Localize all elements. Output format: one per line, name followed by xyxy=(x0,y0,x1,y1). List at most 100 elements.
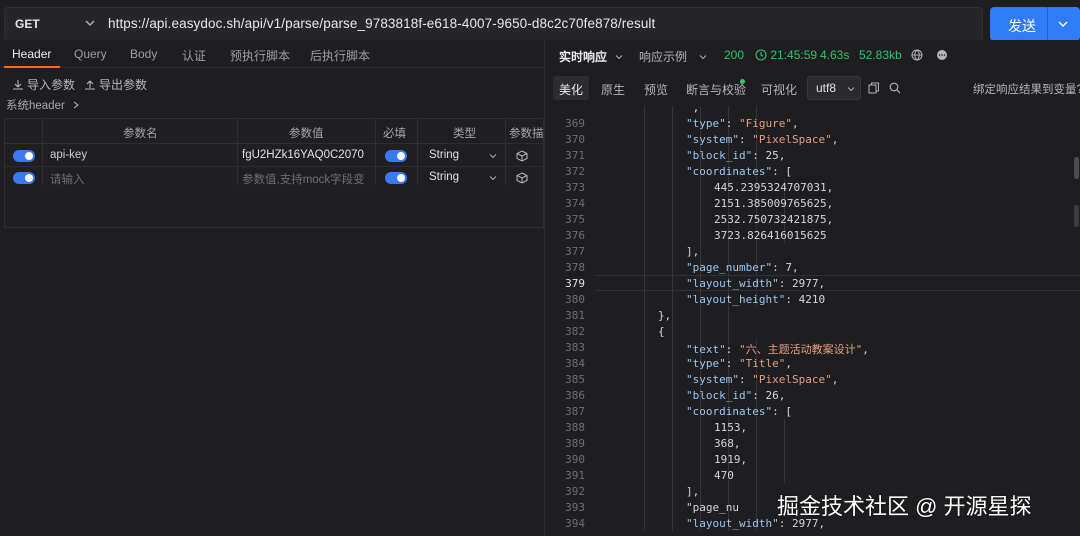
line-number: 386 xyxy=(565,389,585,402)
active-tab-indicator xyxy=(4,66,60,68)
param-value-input[interactable]: 参数值,支持mock字段变 xyxy=(242,171,365,187)
tab-body[interactable]: Body xyxy=(130,47,157,61)
tab-header[interactable]: Header xyxy=(12,47,51,61)
line-number: 375 xyxy=(565,213,585,226)
system-header-label: 系统header xyxy=(6,100,65,112)
import-params-label: 导入参数 xyxy=(27,78,76,92)
tab-post-script[interactable]: 后执行脚本 xyxy=(310,47,370,64)
line-number: 394 xyxy=(565,517,585,530)
import-params-button[interactable]: 导入参数 xyxy=(12,76,75,93)
code-line: "type": "Title", xyxy=(686,357,792,370)
line-number: 374 xyxy=(565,197,585,210)
send-divider xyxy=(1047,7,1048,41)
indent-guide xyxy=(672,106,673,531)
chevron-right-icon xyxy=(73,101,79,109)
request-panel: Header Query Body 认证 预执行脚本 后执行脚本 导入参数 导出… xyxy=(0,40,545,536)
code-line: "coordinates": [ xyxy=(686,405,792,418)
tab-beautify[interactable]: 美化 xyxy=(559,81,583,98)
response-code-viewer[interactable]: 369 370 371 372 373 374 375 376 377 378 379 380 381 3… xyxy=(545,106,1080,536)
export-params-button[interactable]: 导出参数 xyxy=(84,76,147,93)
cube-icon[interactable] xyxy=(516,172,528,184)
line-number: 388 xyxy=(565,421,585,434)
col-param-name: 参数名 xyxy=(123,128,158,140)
code-line: 470 xyxy=(714,469,734,482)
line-number: 383 xyxy=(565,341,585,354)
scrollbar-thumb[interactable] xyxy=(1074,157,1079,179)
chevron-down-icon[interactable] xyxy=(83,16,97,30)
tab-assertions[interactable]: 断言与校验 xyxy=(686,81,746,98)
tab-pre-script[interactable]: 预执行脚本 xyxy=(230,47,290,64)
scrollbar-thumb[interactable] xyxy=(1074,205,1079,227)
send-button[interactable]: 发送 xyxy=(990,7,1080,41)
code-line: "page_number": 7, xyxy=(686,261,799,274)
required-toggle[interactable] xyxy=(385,150,407,162)
params-table: 参数名 参数值 必填 类型 参数描 api-key fgU2HZk16YAQ0C… xyxy=(4,118,545,228)
tab-visualize[interactable]: 可视化 xyxy=(761,81,797,98)
col-description: 参数描 xyxy=(509,128,544,140)
param-name-input[interactable]: 请输入 xyxy=(50,171,85,187)
current-line-highlight xyxy=(595,275,1080,291)
chevron-down-icon xyxy=(847,87,855,92)
col-required: 必填 xyxy=(383,128,406,140)
search-icon[interactable] xyxy=(889,82,901,94)
type-select[interactable]: String xyxy=(429,171,459,183)
response-size: 52.83kb xyxy=(859,48,902,62)
status-dot xyxy=(740,79,745,84)
required-toggle[interactable] xyxy=(385,172,407,184)
code-line: 1153, xyxy=(714,421,748,434)
code-line: ], xyxy=(686,485,700,498)
line-number: 381 xyxy=(565,309,585,322)
enable-toggle[interactable] xyxy=(13,172,35,184)
code-line: "system": "PixelSpace", xyxy=(686,373,839,386)
chevron-down-icon xyxy=(699,55,707,60)
chevron-down-icon xyxy=(615,55,623,60)
enable-toggle[interactable] xyxy=(13,150,35,162)
bind-response-link[interactable]: 绑定响应结果到变量? xyxy=(973,81,1080,97)
table-row: api-key fgU2HZk16YAQ0C2070 String xyxy=(5,145,545,167)
chevron-down-icon[interactable] xyxy=(488,151,498,161)
line-number: 385 xyxy=(565,373,585,386)
param-value-input[interactable]: fgU2HZk16YAQ0C2070 xyxy=(242,149,364,161)
line-number: 391 xyxy=(565,469,585,482)
line-number: 376 xyxy=(565,229,585,242)
code-line: "page_nu xyxy=(686,501,739,514)
tab-preview[interactable]: 预览 xyxy=(644,81,668,98)
line-number: 373 xyxy=(565,181,585,194)
url-input[interactable]: https://api.easydoc.sh/api/v1/parse/pars… xyxy=(108,16,655,31)
code-line: ], xyxy=(686,245,700,258)
response-time: 21:45:59 xyxy=(755,48,817,62)
encoding-label: utf8 xyxy=(816,81,837,95)
encoding-select[interactable]: utf8 xyxy=(807,76,861,100)
globe-icon[interactable] xyxy=(911,49,923,61)
realtime-response-select[interactable]: 实时响应 xyxy=(559,48,624,65)
copy-icon[interactable] xyxy=(868,82,880,94)
send-button-label: 发送 xyxy=(1008,18,1036,34)
line-number: 380 xyxy=(565,293,585,306)
code-line: 3723.826416015625 xyxy=(714,229,827,242)
code-line: ", xyxy=(686,106,700,114)
code-line: 445.2395324707031, xyxy=(714,181,834,194)
request-tabs: Header Query Body 认证 预执行脚本 后执行脚本 xyxy=(0,40,544,68)
line-number: 382 xyxy=(565,325,585,338)
col-type: 类型 xyxy=(453,128,476,140)
tab-auth[interactable]: 认证 xyxy=(182,47,206,64)
type-select[interactable]: String xyxy=(429,149,459,161)
method-select[interactable]: GET xyxy=(15,17,40,31)
code-line: { xyxy=(658,325,665,338)
more-icon[interactable] xyxy=(936,49,948,61)
response-view-tabs: 美化 原生 预览 断言与校验 可视化 utf8 绑定响应结果到变量? xyxy=(545,74,1080,102)
code-line: "system": "PixelSpace", xyxy=(686,133,839,146)
chevron-down-icon[interactable] xyxy=(1056,17,1070,31)
line-number: 370 xyxy=(565,133,585,146)
tab-raw[interactable]: 原生 xyxy=(601,81,625,98)
code-line: "layout_width": 2977, xyxy=(686,277,826,290)
cube-icon[interactable] xyxy=(516,150,528,162)
tab-query[interactable]: Query xyxy=(74,47,107,61)
response-example-select[interactable]: 响应示例 xyxy=(639,48,708,65)
line-number: 387 xyxy=(565,405,585,418)
line-number: 379 xyxy=(565,277,585,290)
response-header: 实时响应 响应示例 200 21:45:59 4.63s 52.83kb xyxy=(545,40,1080,70)
system-header-toggle[interactable]: 系统header xyxy=(6,97,81,113)
param-name-input[interactable]: api-key xyxy=(50,149,87,161)
chevron-down-icon[interactable] xyxy=(488,173,498,183)
